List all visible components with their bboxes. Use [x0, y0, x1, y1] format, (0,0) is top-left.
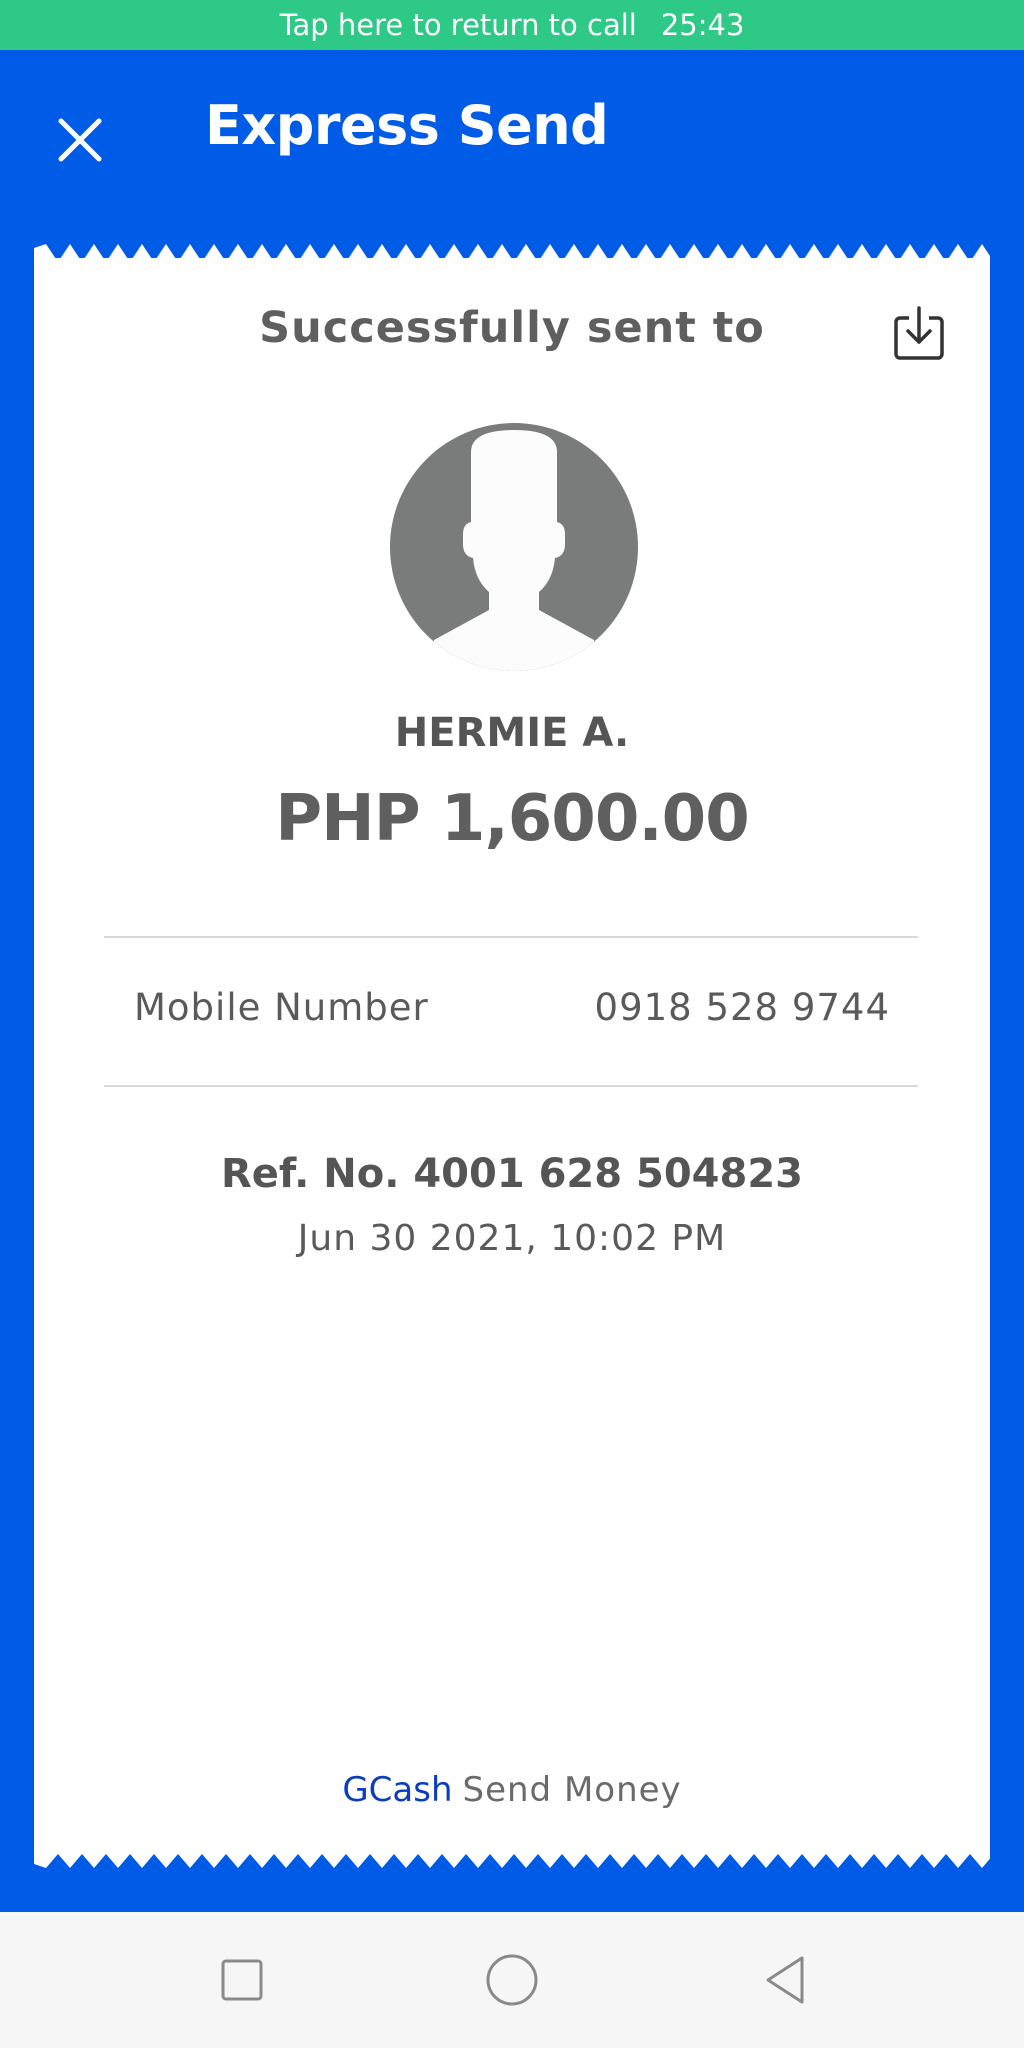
recents-button[interactable] — [208, 1946, 276, 2014]
success-heading: Successfully sent to — [259, 303, 765, 353]
person-avatar-icon — [390, 423, 638, 671]
app-header: Express Send — [0, 50, 1024, 246]
gcash-brand: GCash — [342, 1770, 453, 1810]
divider — [104, 936, 918, 938]
mobile-number-value: 0918 528 9744 — [594, 986, 890, 1029]
triangle-back-icon — [766, 1956, 804, 2004]
close-button[interactable] — [46, 106, 114, 174]
receipt-card: Successfully sent to HERMIE A. PHP 1,600… — [34, 258, 990, 1854]
transaction-timestamp: Jun 30 2021, 10:02 PM — [297, 1218, 727, 1259]
home-button[interactable] — [478, 1946, 546, 2014]
circle-icon — [486, 1954, 538, 2006]
receipt-bottom-edge — [34, 1850, 990, 1868]
square-icon — [221, 1959, 263, 2001]
return-to-call-bar[interactable]: Tap here to return to call 25:43 — [0, 0, 1024, 50]
divider — [104, 1085, 918, 1087]
call-timer: 25:43 — [660, 8, 745, 42]
amount-sent: PHP 1,600.00 — [275, 782, 749, 856]
receipt-footer: GCash Send Money — [34, 1770, 990, 1810]
mobile-number-label: Mobile Number — [134, 986, 429, 1029]
recipient-name: HERMIE A. — [394, 710, 630, 756]
close-icon — [58, 118, 102, 162]
back-button[interactable] — [752, 1946, 820, 2014]
page-title: Express Send — [205, 94, 609, 157]
system-nav-bar — [0, 1912, 1024, 2048]
reference-number: Ref. No. 4001 628 504823 — [220, 1151, 803, 1197]
call-bar-message: Tap here to return to call — [279, 8, 637, 42]
service-label: Send Money — [462, 1770, 682, 1810]
download-icon — [894, 306, 944, 360]
download-receipt-button[interactable] — [886, 300, 952, 366]
